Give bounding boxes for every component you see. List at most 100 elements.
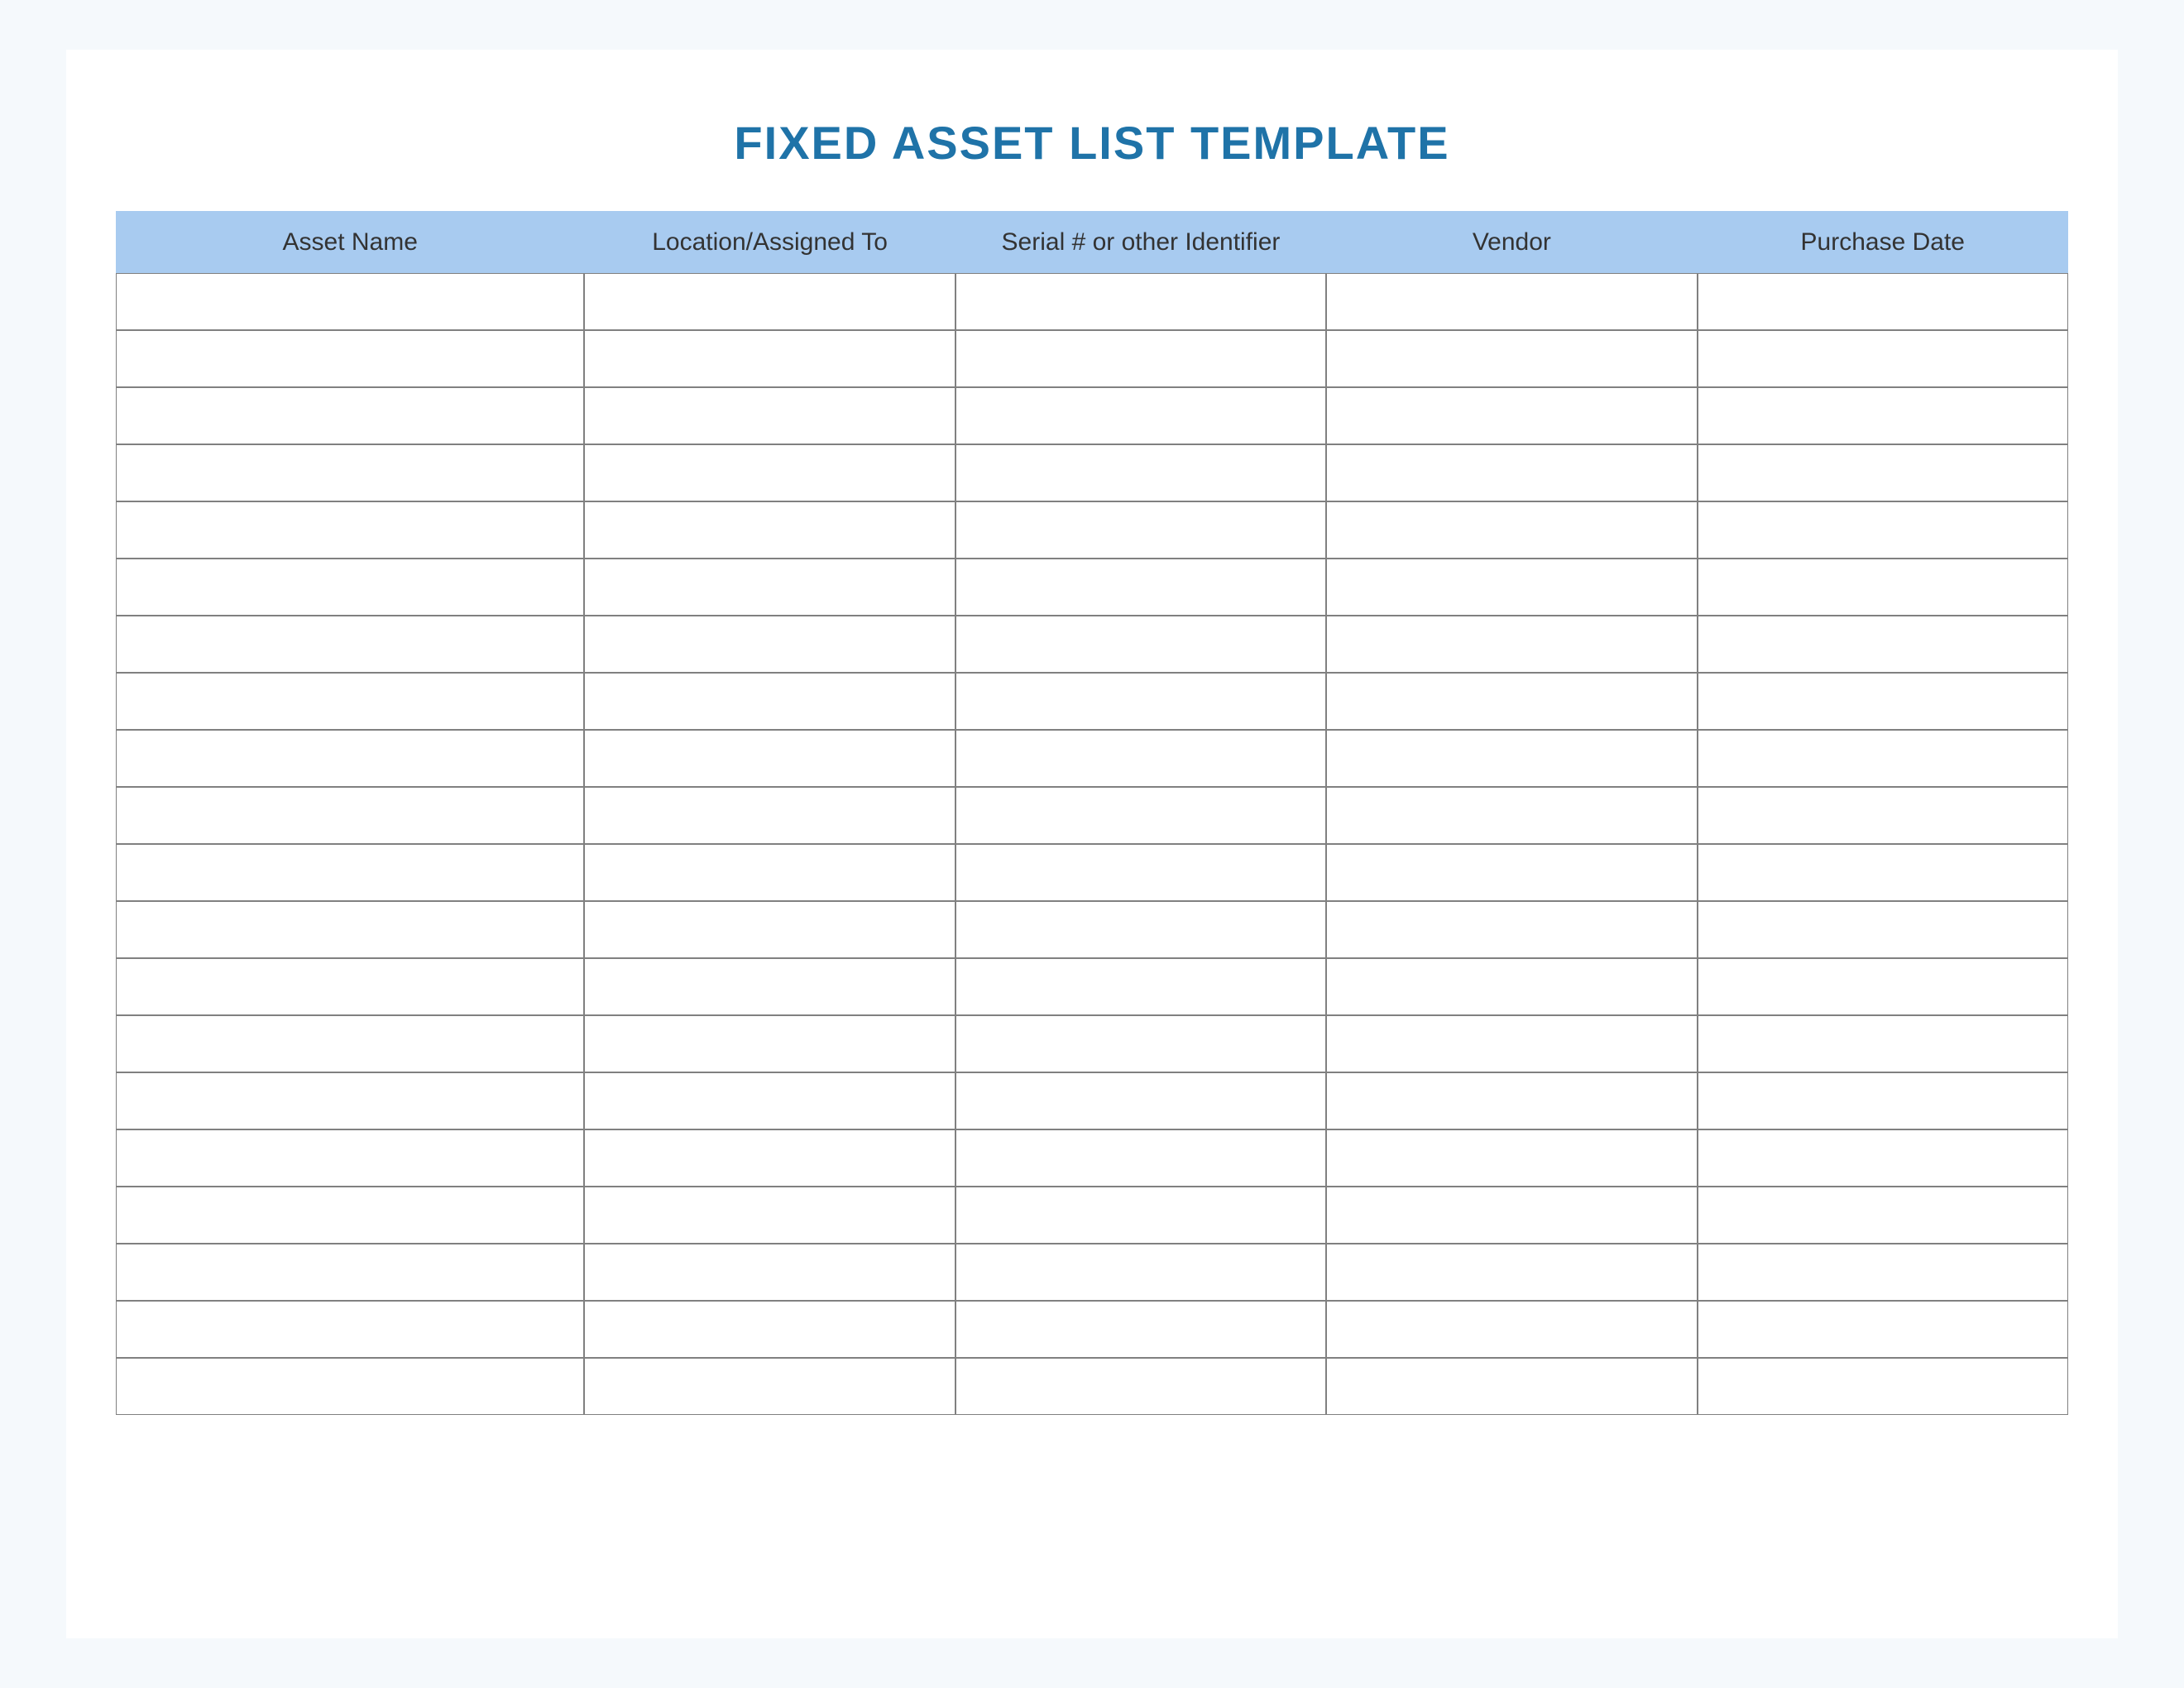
- cell-purchase-date[interactable]: [1698, 673, 2068, 730]
- cell-vendor[interactable]: [1326, 559, 1697, 616]
- cell-vendor[interactable]: [1326, 787, 1697, 844]
- cell-location[interactable]: [584, 958, 955, 1015]
- cell-asset-name[interactable]: [116, 1129, 584, 1187]
- cell-serial[interactable]: [956, 1358, 1326, 1415]
- cell-vendor[interactable]: [1326, 673, 1697, 730]
- cell-purchase-date[interactable]: [1698, 616, 2068, 673]
- cell-serial[interactable]: [956, 387, 1326, 444]
- cell-location[interactable]: [584, 1015, 955, 1072]
- cell-purchase-date[interactable]: [1698, 501, 2068, 559]
- cell-vendor[interactable]: [1326, 1244, 1697, 1301]
- cell-vendor[interactable]: [1326, 273, 1697, 330]
- cell-vendor[interactable]: [1326, 387, 1697, 444]
- cell-purchase-date[interactable]: [1698, 958, 2068, 1015]
- cell-location[interactable]: [584, 559, 955, 616]
- cell-serial[interactable]: [956, 501, 1326, 559]
- cell-serial[interactable]: [956, 1072, 1326, 1129]
- cell-vendor[interactable]: [1326, 1072, 1697, 1129]
- cell-purchase-date[interactable]: [1698, 844, 2068, 901]
- cell-serial[interactable]: [956, 1187, 1326, 1244]
- cell-asset-name[interactable]: [116, 1358, 584, 1415]
- cell-vendor[interactable]: [1326, 616, 1697, 673]
- cell-asset-name[interactable]: [116, 958, 584, 1015]
- cell-purchase-date[interactable]: [1698, 273, 2068, 330]
- cell-location[interactable]: [584, 1244, 955, 1301]
- cell-serial[interactable]: [956, 844, 1326, 901]
- cell-serial[interactable]: [956, 730, 1326, 787]
- cell-asset-name[interactable]: [116, 1072, 584, 1129]
- cell-location[interactable]: [584, 1072, 955, 1129]
- cell-asset-name[interactable]: [116, 330, 584, 387]
- cell-serial[interactable]: [956, 273, 1326, 330]
- cell-vendor[interactable]: [1326, 1015, 1697, 1072]
- cell-asset-name[interactable]: [116, 1244, 584, 1301]
- cell-purchase-date[interactable]: [1698, 444, 2068, 501]
- cell-location[interactable]: [584, 1301, 955, 1358]
- cell-purchase-date[interactable]: [1698, 387, 2068, 444]
- cell-vendor[interactable]: [1326, 1358, 1697, 1415]
- cell-asset-name[interactable]: [116, 901, 584, 958]
- cell-location[interactable]: [584, 673, 955, 730]
- cell-asset-name[interactable]: [116, 730, 584, 787]
- cell-purchase-date[interactable]: [1698, 559, 2068, 616]
- cell-asset-name[interactable]: [116, 273, 584, 330]
- cell-location[interactable]: [584, 501, 955, 559]
- cell-asset-name[interactable]: [116, 559, 584, 616]
- cell-purchase-date[interactable]: [1698, 1129, 2068, 1187]
- cell-purchase-date[interactable]: [1698, 730, 2068, 787]
- cell-vendor[interactable]: [1326, 844, 1697, 901]
- cell-asset-name[interactable]: [116, 387, 584, 444]
- cell-vendor[interactable]: [1326, 1187, 1697, 1244]
- cell-purchase-date[interactable]: [1698, 1015, 2068, 1072]
- cell-location[interactable]: [584, 730, 955, 787]
- cell-location[interactable]: [584, 787, 955, 844]
- cell-asset-name[interactable]: [116, 1015, 584, 1072]
- cell-location[interactable]: [584, 444, 955, 501]
- cell-serial[interactable]: [956, 330, 1326, 387]
- cell-vendor[interactable]: [1326, 901, 1697, 958]
- cell-location[interactable]: [584, 1187, 955, 1244]
- cell-asset-name[interactable]: [116, 501, 584, 559]
- cell-serial[interactable]: [956, 1129, 1326, 1187]
- cell-purchase-date[interactable]: [1698, 330, 2068, 387]
- cell-purchase-date[interactable]: [1698, 1301, 2068, 1358]
- cell-asset-name[interactable]: [116, 787, 584, 844]
- cell-asset-name[interactable]: [116, 1187, 584, 1244]
- cell-vendor[interactable]: [1326, 501, 1697, 559]
- cell-location[interactable]: [584, 901, 955, 958]
- cell-location[interactable]: [584, 616, 955, 673]
- cell-serial[interactable]: [956, 444, 1326, 501]
- cell-serial[interactable]: [956, 559, 1326, 616]
- cell-serial[interactable]: [956, 673, 1326, 730]
- cell-vendor[interactable]: [1326, 444, 1697, 501]
- cell-asset-name[interactable]: [116, 673, 584, 730]
- cell-vendor[interactable]: [1326, 730, 1697, 787]
- cell-vendor[interactable]: [1326, 330, 1697, 387]
- cell-purchase-date[interactable]: [1698, 901, 2068, 958]
- cell-serial[interactable]: [956, 787, 1326, 844]
- cell-purchase-date[interactable]: [1698, 1187, 2068, 1244]
- cell-serial[interactable]: [956, 1301, 1326, 1358]
- cell-location[interactable]: [584, 844, 955, 901]
- cell-purchase-date[interactable]: [1698, 1072, 2068, 1129]
- cell-location[interactable]: [584, 387, 955, 444]
- cell-vendor[interactable]: [1326, 1301, 1697, 1358]
- cell-purchase-date[interactable]: [1698, 787, 2068, 844]
- cell-purchase-date[interactable]: [1698, 1244, 2068, 1301]
- cell-serial[interactable]: [956, 1244, 1326, 1301]
- cell-serial[interactable]: [956, 616, 1326, 673]
- cell-location[interactable]: [584, 273, 955, 330]
- cell-serial[interactable]: [956, 958, 1326, 1015]
- cell-asset-name[interactable]: [116, 444, 584, 501]
- cell-location[interactable]: [584, 1129, 955, 1187]
- cell-serial[interactable]: [956, 1015, 1326, 1072]
- cell-asset-name[interactable]: [116, 844, 584, 901]
- cell-purchase-date[interactable]: [1698, 1358, 2068, 1415]
- cell-vendor[interactable]: [1326, 1129, 1697, 1187]
- cell-location[interactable]: [584, 330, 955, 387]
- cell-serial[interactable]: [956, 901, 1326, 958]
- cell-location[interactable]: [584, 1358, 955, 1415]
- cell-asset-name[interactable]: [116, 1301, 584, 1358]
- cell-vendor[interactable]: [1326, 958, 1697, 1015]
- cell-asset-name[interactable]: [116, 616, 584, 673]
